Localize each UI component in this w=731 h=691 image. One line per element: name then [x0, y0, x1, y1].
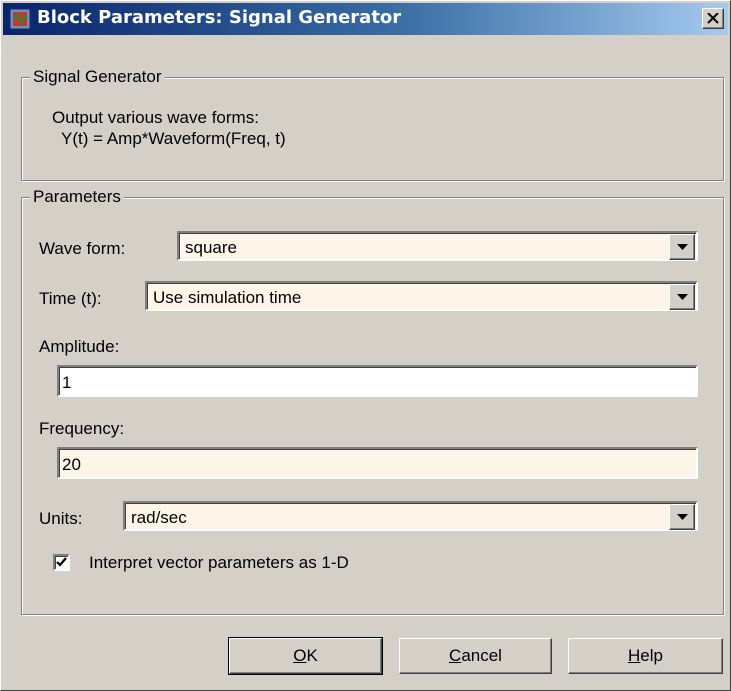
close-button[interactable]: [702, 8, 724, 29]
units-select[interactable]: rad/sec: [123, 501, 698, 531]
wave-form-select[interactable]: square: [177, 231, 698, 261]
simulink-block-icon: [9, 8, 31, 30]
cancel-mnemonic: C: [449, 646, 462, 665]
window-title: Block Parameters: Signal Generator: [37, 7, 402, 28]
checkmark-icon: [56, 557, 67, 567]
amplitude-value: 1: [62, 373, 72, 392]
units-dropdown-button[interactable]: [669, 504, 695, 530]
help-button[interactable]: Help: [568, 638, 723, 674]
time-dropdown-button[interactable]: [669, 284, 695, 310]
time-label: Time (t):: [39, 289, 102, 308]
signal-generator-group: Signal Generator Output various wave for…: [21, 67, 724, 181]
time-value: Use simulation time: [153, 288, 302, 307]
dropdown-arrow-icon: [677, 244, 688, 250]
ok-mnemonic: O: [293, 646, 307, 665]
parameters-legend: Parameters: [30, 187, 124, 207]
wave-form-value: square: [185, 238, 237, 257]
wave-form-label: Wave form:: [39, 239, 126, 258]
frequency-label: Frequency:: [39, 419, 125, 438]
ok-button[interactable]: OK: [228, 637, 383, 675]
cancel-label-rest: ancel: [461, 646, 502, 665]
amplitude-label: Amplitude:: [39, 337, 120, 356]
ok-label-rest: K: [306, 646, 318, 665]
frequency-value: 20: [62, 455, 81, 474]
dropdown-arrow-icon: [677, 514, 688, 520]
units-label: Units:: [39, 509, 83, 528]
title-bar[interactable]: Block Parameters: Signal Generator: [3, 3, 728, 35]
units-value: rad/sec: [131, 508, 187, 527]
interpret-vector-checkbox[interactable]: [53, 554, 70, 571]
dropdown-arrow-icon: [677, 294, 688, 300]
time-select[interactable]: Use simulation time: [145, 281, 698, 311]
dialog-window: Block Parameters: Signal Generator Signa…: [0, 0, 731, 691]
cancel-button[interactable]: Cancel: [399, 638, 552, 674]
signal-generator-legend: Signal Generator: [30, 67, 165, 87]
amplitude-field[interactable]: 1: [57, 365, 698, 397]
wave-form-dropdown-button[interactable]: [669, 234, 695, 260]
frequency-field[interactable]: 20: [57, 447, 698, 479]
description-line-2: Y(t) = Amp*Waveform(Freq, t): [61, 129, 286, 148]
help-mnemonic: H: [628, 646, 641, 665]
close-icon: [707, 13, 719, 24]
help-label-rest: elp: [640, 646, 663, 665]
interpret-vector-label[interactable]: Interpret vector parameters as 1-D: [89, 553, 349, 573]
description-line-1: Output various wave forms:: [52, 108, 259, 127]
